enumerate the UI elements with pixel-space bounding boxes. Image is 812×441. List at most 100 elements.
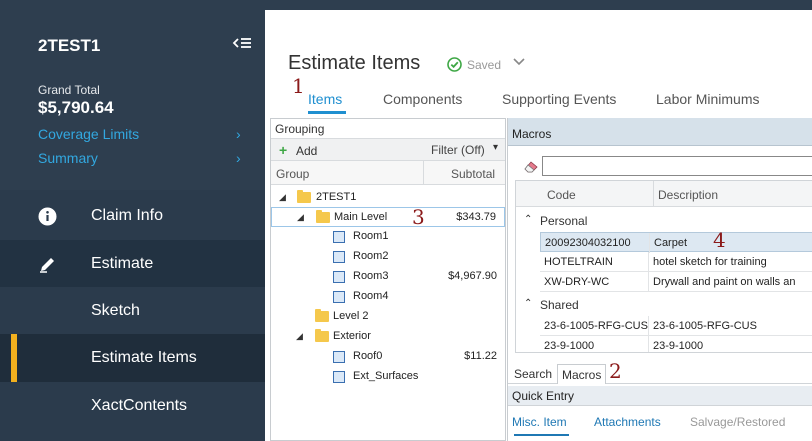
main-content: Estimate Items Saved 1 Items Components …: [265, 0, 812, 441]
tree-label: Room1: [353, 230, 389, 242]
tab-attachments[interactable]: Attachments: [594, 415, 661, 429]
nav-estimate[interactable]: Estimate: [0, 240, 265, 288]
nav-sketch[interactable]: Sketch: [0, 287, 265, 335]
active-tab-underline: [308, 111, 346, 114]
nav-xactcontents[interactable]: XactContents: [0, 382, 265, 430]
folder-icon: [297, 190, 311, 203]
tree-label: Roof0: [353, 350, 383, 362]
tab-search[interactable]: Search: [510, 364, 556, 384]
nav-label: Claim Info: [91, 207, 164, 224]
page-title: Estimate Items: [288, 52, 421, 74]
coverage-limits-chevron-icon[interactable]: ›: [236, 126, 241, 142]
collapse-caret-icon[interactable]: ⌃: [524, 214, 532, 225]
folder-icon: [315, 329, 329, 342]
room-icon: [333, 271, 345, 283]
macro-description: 23-9-1000: [653, 340, 704, 352]
summary-chevron-icon[interactable]: ›: [236, 150, 241, 166]
summary-link[interactable]: Summary: [38, 150, 98, 166]
pencil-icon: [40, 258, 54, 273]
tree-row-main-level[interactable]: ◢ Main Level 3 $343.79: [271, 205, 505, 229]
tab-misc-item[interactable]: Misc. Item: [512, 415, 567, 429]
cell-divider: [648, 272, 649, 292]
tree-label: 2TEST1: [316, 191, 357, 203]
expand-caret-icon[interactable]: ◢: [279, 192, 286, 203]
macros-column-header: Code Description: [516, 181, 812, 207]
macro-row[interactable]: 23-9-1000 23-9-1000: [540, 336, 812, 352]
tree-label: Main Level: [334, 211, 388, 223]
expand-caret-icon[interactable]: ◢: [297, 212, 304, 223]
column-divider: [423, 161, 424, 185]
column-description[interactable]: Description: [658, 188, 718, 202]
cell-divider: [648, 252, 649, 272]
macro-description: hotel sketch for training: [653, 256, 767, 268]
tree-row-roof0[interactable]: Roof0 $11.22: [271, 347, 505, 367]
top-strip: [265, 0, 812, 10]
eraser-icon[interactable]: [523, 160, 539, 173]
tree-row-room3[interactable]: Room3 $4,967.90: [271, 267, 505, 287]
nav-claim-info[interactable]: Claim Info: [0, 192, 265, 240]
collapse-caret-icon[interactable]: ⌃: [524, 298, 532, 309]
collapse-sidebar-icon[interactable]: [232, 36, 252, 54]
sidebar: 2TEST1 Grand Total $5,790.64 Coverage Li…: [0, 0, 265, 441]
add-button[interactable]: Add: [296, 144, 317, 158]
filter-button[interactable]: Filter (Off): [431, 143, 485, 157]
macro-search-input[interactable]: [542, 156, 812, 176]
tree-row-2test1[interactable]: ◢ 2TEST1: [271, 188, 505, 208]
tree-row-level-2[interactable]: Level 2: [271, 307, 505, 327]
filter-dropdown-icon[interactable]: ▾: [493, 142, 498, 153]
nav-label: Estimate Items: [91, 349, 197, 366]
tree-row-ext-surfaces[interactable]: Ext_Surfaces: [271, 367, 505, 387]
column-group[interactable]: Group: [276, 167, 309, 181]
coverage-limits-link[interactable]: Coverage Limits: [38, 126, 139, 142]
grouping-toolbar: + Add Filter (Off) ▾: [271, 139, 505, 161]
tab-macros[interactable]: Macros: [557, 364, 607, 384]
room-icon: [333, 351, 345, 363]
tab-components[interactable]: Components: [383, 91, 462, 107]
check-circle-icon: [447, 57, 462, 72]
tree-label: Ext_Surfaces: [353, 370, 419, 382]
macro-row[interactable]: HOTELTRAIN hotel sketch for training: [540, 252, 812, 272]
tab-bar: 1 Items Components Supporting Events Lab…: [265, 74, 812, 114]
tree-row-room2[interactable]: Room2: [271, 247, 505, 267]
tree-label: Room3: [353, 270, 389, 282]
tab-supporting-events[interactable]: Supporting Events: [502, 91, 616, 107]
claim-summary: 2TEST1 Grand Total $5,790.64 Coverage Li…: [0, 0, 265, 190]
saved-label: Saved: [467, 57, 502, 72]
column-code[interactable]: Code: [547, 188, 576, 202]
nav-label: Estimate: [91, 255, 154, 272]
grouping-title: Grouping: [271, 119, 505, 139]
group-header-personal[interactable]: ⌃ Personal: [516, 211, 812, 231]
tree-label: Level 2: [333, 310, 369, 322]
macro-code: XW-DRY-WC: [544, 276, 610, 288]
tab-salvage-restored[interactable]: Salvage/Restored: [690, 415, 785, 429]
grand-total-label: Grand Total: [38, 83, 100, 97]
macro-row[interactable]: 23-6-1005-RFG-CUS 23-6-1005-RFG-CUS: [540, 316, 812, 336]
tab-items[interactable]: Items: [308, 91, 342, 107]
info-icon: [38, 207, 57, 226]
tree-label: Exterior: [333, 330, 371, 342]
nav-label: Sketch: [91, 302, 140, 319]
macros-bottom-tabs: Search Macros 2: [508, 359, 812, 384]
tree-row-room4[interactable]: Room4: [271, 287, 505, 307]
expand-caret-icon[interactable]: ◢: [296, 331, 303, 342]
plus-icon[interactable]: +: [279, 142, 287, 158]
nav-estimate-items[interactable]: Estimate Items: [0, 334, 265, 382]
folder-icon: [315, 309, 329, 322]
column-subtotal[interactable]: Subtotal: [451, 167, 495, 181]
cell-divider: [649, 233, 650, 253]
quick-entry-tabs: Misc. Item Attachments Salvage/Restored: [508, 410, 812, 440]
chevron-down-icon[interactable]: [512, 57, 526, 67]
tree-label: Room2: [353, 250, 389, 262]
tree-row-room1[interactable]: Room1: [271, 227, 505, 247]
room-icon: [333, 251, 345, 263]
macros-search-bar: [515, 154, 812, 180]
grouping-panel: Grouping + Add Filter (Off) ▾ Group Subt…: [270, 118, 506, 441]
grouping-column-header: Group Subtotal: [271, 161, 505, 185]
saved-status: Saved: [447, 57, 501, 72]
macro-row[interactable]: 20092304032100 Carpet 4: [540, 228, 812, 253]
group-header-shared[interactable]: ⌃ Shared: [516, 295, 812, 315]
macro-row[interactable]: XW-DRY-WC Drywall and paint on walls an: [540, 272, 812, 292]
column-divider: [653, 181, 654, 207]
tree-row-exterior[interactable]: ◢ Exterior: [271, 327, 505, 347]
tab-labor-minimums[interactable]: Labor Minimums: [656, 91, 759, 107]
